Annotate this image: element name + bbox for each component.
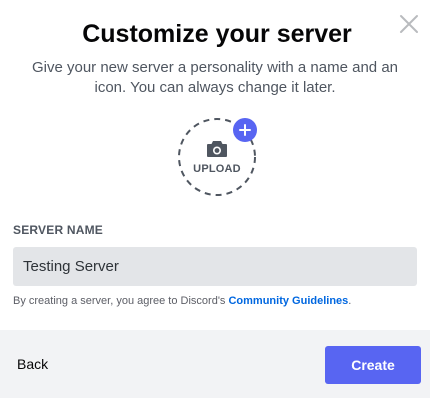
camera-icon [207, 141, 227, 157]
server-name-label: SERVER NAME [13, 223, 103, 237]
modal-title: Customize your server [82, 20, 352, 48]
community-guidelines-notice: By creating a server, you agree to Disco… [13, 295, 351, 307]
modal-subtitle: Give your new server a personality with … [31, 59, 399, 96]
create-button[interactable]: Create [325, 346, 421, 384]
upload-icon-button[interactable]: UPLOAD [177, 117, 257, 197]
add-icon-badge[interactable] [233, 118, 257, 142]
agreement-text: By creating a server, you agree to Disco… [13, 295, 229, 307]
server-name-input[interactable] [13, 247, 417, 286]
modal-footer: Back Create [0, 330, 430, 398]
community-guidelines-link[interactable]: Community Guidelines [228, 295, 348, 307]
back-button[interactable]: Back [17, 356, 48, 372]
plus-icon [239, 124, 251, 136]
agreement-suffix: . [348, 295, 352, 307]
create-server-modal: Customize your server Give your new serv… [0, 0, 430, 398]
upload-label: UPLOAD [193, 163, 241, 175]
